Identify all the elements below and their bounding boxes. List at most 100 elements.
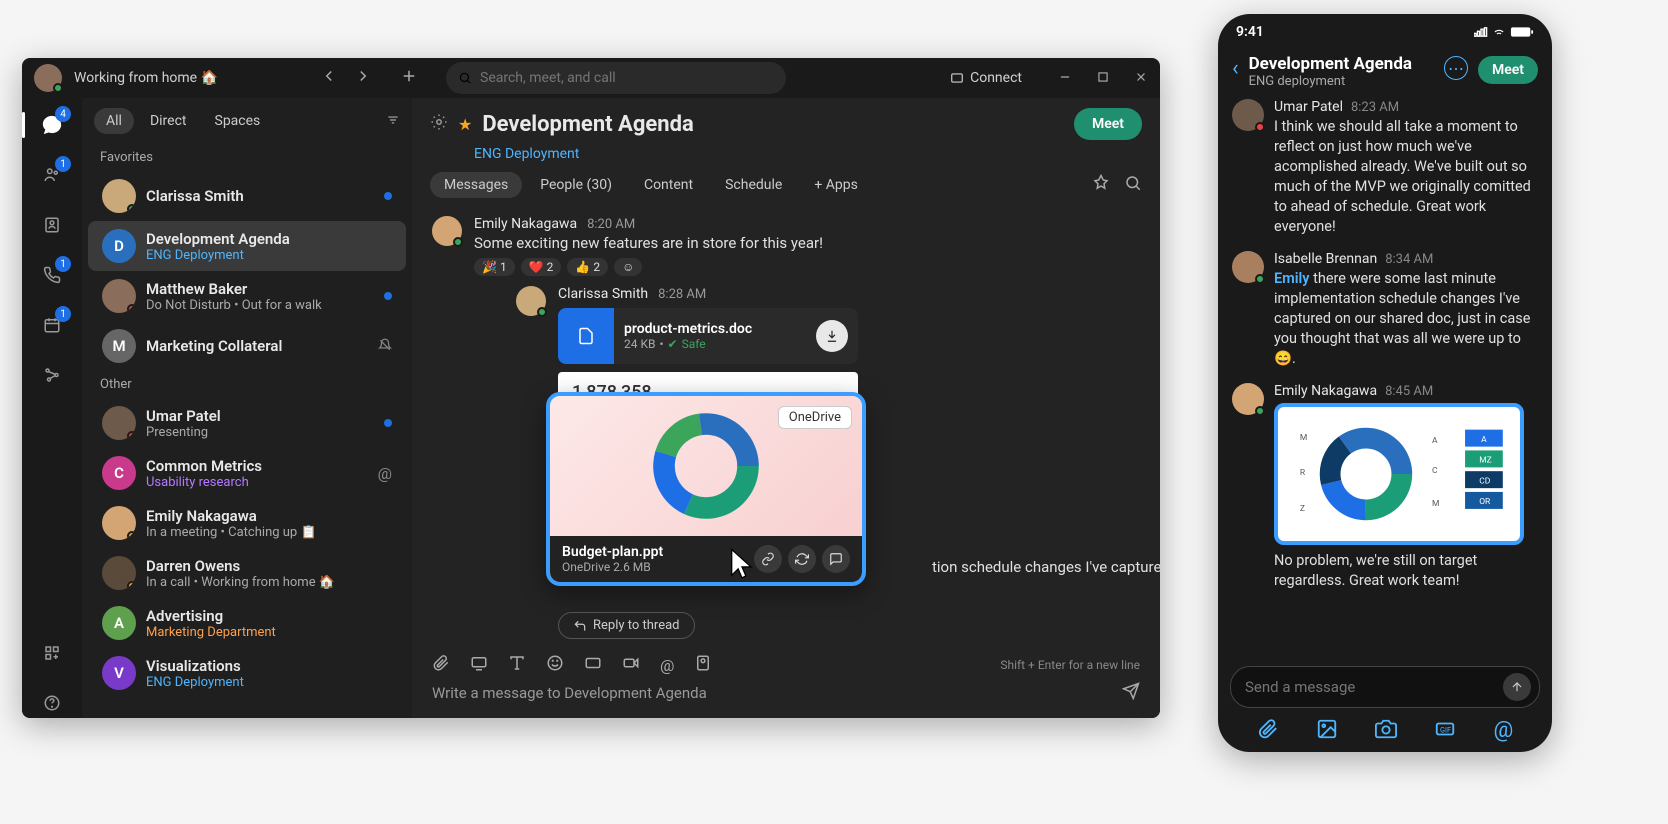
- sidebar-filter-button[interactable]: [386, 112, 400, 131]
- minimize-button[interactable]: [1058, 69, 1072, 88]
- tab-apps[interactable]: + Apps: [800, 172, 872, 198]
- download-button[interactable]: [816, 320, 848, 352]
- sidebar: All Direct Spaces Favorites Clarissa Smi…: [82, 98, 412, 718]
- new-button[interactable]: [400, 67, 418, 89]
- sidebar-tabs: All Direct Spaces: [82, 98, 412, 144]
- avatar[interactable]: [516, 286, 546, 316]
- mobile-mention-button[interactable]: @: [1494, 718, 1514, 744]
- mobile-message-list[interactable]: Umar Patel8:23 AM I think we should all …: [1218, 99, 1552, 658]
- avatar: V: [102, 656, 136, 690]
- add-reaction-button[interactable]: ☺: [614, 258, 642, 276]
- avatar: M: [102, 329, 136, 363]
- copy-link-button[interactable]: [754, 545, 782, 573]
- attach-button[interactable]: [432, 654, 450, 676]
- reaction-button[interactable]: 👍2: [567, 258, 608, 276]
- onedrive-preview-card[interactable]: OneDrive: [546, 392, 866, 586]
- msg-author: Clarissa Smith: [558, 286, 648, 302]
- mobile-camera-button[interactable]: [1375, 718, 1397, 744]
- rail-activity-button[interactable]: [37, 360, 67, 390]
- avatar[interactable]: [432, 216, 462, 246]
- reaction-button[interactable]: ❤️2: [521, 258, 562, 276]
- sidebar-tab-direct[interactable]: Direct: [138, 108, 199, 134]
- format-button[interactable]: [508, 654, 526, 676]
- sidebar-item-emily[interactable]: Emily Nakagawa In a meeting • Catching u…: [88, 498, 406, 548]
- avatar[interactable]: [1232, 99, 1264, 131]
- rail-calendar-button[interactable]: 1: [37, 310, 67, 340]
- rail-teams-button[interactable]: 1: [37, 160, 67, 190]
- mobile-meet-button[interactable]: Meet: [1478, 56, 1538, 84]
- emoji-button[interactable]: [546, 654, 564, 676]
- svg-text:CD: CD: [1479, 476, 1491, 486]
- screen-capture-button[interactable]: [470, 654, 488, 676]
- mobile-gif-button[interactable]: GIF: [1434, 718, 1456, 744]
- video-message-button[interactable]: [622, 654, 640, 676]
- comment-button[interactable]: [822, 545, 850, 573]
- sidebar-item-common-metrics[interactable]: C Common Metrics Usability research @: [88, 448, 406, 498]
- nav-forward-button[interactable]: [354, 67, 372, 89]
- sidebar-item-marketing-collateral[interactable]: M Marketing Collateral: [88, 321, 406, 371]
- sidebar-item-umar[interactable]: Umar Patel Presenting: [88, 398, 406, 448]
- search-bar[interactable]: [446, 62, 786, 94]
- mobile-image-button[interactable]: [1316, 718, 1338, 744]
- mention-button[interactable]: @: [660, 656, 674, 675]
- reply-to-thread-button[interactable]: Reply to thread: [558, 612, 695, 639]
- sidebar-item-advertising[interactable]: A Advertising Marketing Department: [88, 598, 406, 648]
- donut-chart-icon: M R Z A C M A MZ CD OR: [1278, 407, 1520, 541]
- meet-button[interactable]: Meet: [1074, 108, 1142, 140]
- back-button[interactable]: ‹: [1232, 56, 1239, 81]
- sidebar-item-visualizations[interactable]: V Visualizations ENG Deployment: [88, 648, 406, 698]
- star-icon[interactable]: ★: [458, 115, 472, 134]
- refresh-button[interactable]: [788, 545, 816, 573]
- self-avatar[interactable]: [34, 64, 62, 92]
- nav-back-button[interactable]: [320, 67, 338, 89]
- tab-messages[interactable]: Messages: [430, 172, 522, 198]
- avatar: A: [102, 606, 136, 640]
- connect-button[interactable]: Connect: [950, 70, 1022, 86]
- sidebar-item-development-agenda[interactable]: D Development Agenda ENG Deployment: [88, 221, 406, 271]
- rail-phone-button[interactable]: 1: [37, 260, 67, 290]
- mobile-composer: GIF @: [1218, 658, 1552, 752]
- mobile-attach-button[interactable]: [1257, 718, 1279, 744]
- svg-text:Z: Z: [1300, 504, 1305, 514]
- rail-contacts-button[interactable]: [37, 210, 67, 240]
- mobile-image-attachment[interactable]: M R Z A C M A MZ CD OR: [1274, 403, 1524, 545]
- avatar[interactable]: [1232, 383, 1264, 415]
- msg-time: 8:20 AM: [587, 217, 635, 232]
- send-button[interactable]: [1122, 682, 1140, 704]
- reaction-button[interactable]: 🎉1: [474, 258, 515, 276]
- pin-icon[interactable]: [1092, 174, 1110, 196]
- rail-chat-button[interactable]: 4: [37, 110, 67, 140]
- gear-icon[interactable]: [430, 113, 448, 135]
- mobile-input-row[interactable]: [1230, 666, 1540, 708]
- sidebar-tab-all[interactable]: All: [94, 108, 134, 134]
- composer: @ Shift + Enter for a new line Write a m…: [412, 640, 1160, 718]
- self-status-text: Working from home 🏠: [74, 70, 218, 86]
- gif-button[interactable]: [584, 654, 602, 676]
- rail-help-button[interactable]: [37, 688, 67, 718]
- sidebar-tab-spaces[interactable]: Spaces: [203, 108, 273, 134]
- more-options-button[interactable]: ⋯: [1444, 56, 1468, 80]
- mobile-message-input[interactable]: [1245, 678, 1495, 696]
- composer-toolbar: @ Shift + Enter for a new line: [432, 648, 1140, 682]
- close-button[interactable]: [1134, 69, 1148, 88]
- composer-input[interactable]: Write a message to Development Agenda: [432, 684, 1110, 702]
- sidebar-item-matthew[interactable]: Matthew Baker Do Not Disturb • Out for a…: [88, 271, 406, 321]
- sidebar-item-clarissa[interactable]: Clarissa Smith: [88, 171, 406, 221]
- avatar: [102, 279, 136, 313]
- unread-indicator-icon: [384, 292, 392, 300]
- rail-apps-button[interactable]: [37, 638, 67, 668]
- sidebar-section-other: Other: [82, 371, 412, 398]
- sidebar-item-darren[interactable]: Darren Owens In a call • Working from ho…: [88, 548, 406, 598]
- search-in-conv-icon[interactable]: [1124, 174, 1142, 196]
- tab-schedule[interactable]: Schedule: [711, 172, 796, 198]
- tab-people[interactable]: People (30): [526, 172, 626, 198]
- maximize-button[interactable]: [1096, 69, 1110, 88]
- tab-content[interactable]: Content: [630, 172, 707, 198]
- avatar[interactable]: [1232, 251, 1264, 283]
- onedrive-meta: OneDrive 2.6 MB: [562, 560, 748, 574]
- search-input[interactable]: [480, 70, 774, 86]
- mobile-send-button[interactable]: [1503, 673, 1531, 701]
- mobile-app-window: 9:41 ‹ Development Agenda ENG deployment…: [1218, 14, 1552, 752]
- file-attachment[interactable]: product-metrics.doc 24 KB•✔Safe: [558, 308, 858, 364]
- bitmoji-button[interactable]: [694, 654, 712, 676]
